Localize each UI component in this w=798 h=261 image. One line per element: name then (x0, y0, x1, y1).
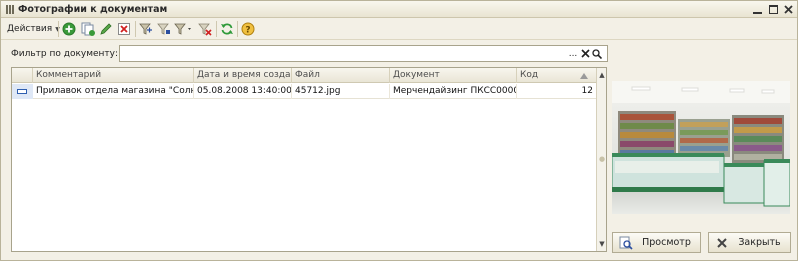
toolbar-separator (237, 21, 238, 37)
table-row[interactable]: Прилавок отдела магазина "Солн... 05.08.… (12, 84, 596, 99)
code-header-label: Код (520, 70, 539, 80)
toolbar: Действия ▼ (1, 18, 797, 40)
photos-table: Комментарий Дата и время созда... Файл Д… (11, 67, 607, 252)
scroll-down-icon[interactable]: ▼ (598, 240, 606, 248)
column-header-datetime[interactable]: Дата и время созда... (194, 68, 292, 83)
filter-history-icon[interactable] (174, 21, 194, 37)
cell-document: Мерчендайзинг ПКСС0000... (390, 84, 517, 99)
document-photos-window: Фотографии к документам Действия ▼ (0, 0, 798, 261)
vertical-scrollbar[interactable]: ▲ ● ▼ (596, 68, 606, 251)
filter-set-icon[interactable] (138, 21, 154, 37)
select-button[interactable]: ... (567, 46, 579, 61)
close-window-icon[interactable] (782, 3, 795, 16)
delete-icon[interactable] (116, 21, 132, 37)
magnifier-icon (619, 236, 633, 250)
toolbar-separator (58, 21, 59, 37)
filter-clear-icon[interactable] (197, 21, 213, 37)
edit-icon[interactable] (98, 21, 114, 37)
scroll-up-icon[interactable]: ▲ (598, 71, 606, 79)
add-icon[interactable] (61, 21, 77, 37)
minimize-icon[interactable] (751, 3, 764, 16)
title-bar: Фотографии к документам (1, 1, 797, 18)
cell-datetime: 05.08.2008 13:40:00 (194, 84, 292, 99)
row-marker-header (12, 68, 33, 83)
column-header-code[interactable]: Код (517, 68, 596, 83)
toolbar-separator (135, 21, 136, 37)
current-row-icon (12, 84, 33, 99)
scroll-thumb[interactable]: ● (598, 155, 606, 163)
actions-label: Действия (7, 24, 53, 34)
actions-menu[interactable]: Действия ▼ (4, 21, 63, 37)
filter-buttons: ... (567, 46, 603, 61)
clear-icon[interactable] (579, 46, 591, 61)
close-button-label: Закрыть (738, 237, 781, 248)
document-filter-input[interactable] (119, 45, 608, 62)
filter-label: Фильтр по документу: (11, 49, 119, 59)
maximize-icon[interactable] (767, 3, 780, 16)
copy-icon[interactable] (80, 21, 96, 37)
cell-file: 45712.jpg (292, 84, 390, 99)
column-header-comment[interactable]: Комментарий (33, 68, 194, 83)
document-photo-preview (612, 81, 790, 214)
help-icon[interactable]: ? (240, 21, 256, 37)
close-icon (715, 236, 729, 250)
window-title: Фотографии к документам (18, 4, 168, 15)
close-button[interactable]: Закрыть (708, 232, 791, 253)
column-header-file[interactable]: Файл (292, 68, 390, 83)
table-header: Комментарий Дата и время созда... Файл Д… (12, 68, 596, 83)
svg-text:?: ? (245, 26, 250, 36)
toolbar-separator (216, 21, 217, 37)
view-button[interactable]: Просмотр (612, 232, 701, 253)
filter-by-value-icon[interactable] (156, 21, 172, 37)
refresh-icon[interactable] (219, 21, 235, 37)
cell-code: 12 (581, 86, 593, 96)
window-menu-icon[interactable] (6, 5, 14, 14)
cell-comment: Прилавок отдела магазина "Солн... (33, 84, 194, 99)
search-icon[interactable] (591, 46, 603, 61)
column-header-document[interactable]: Документ (390, 68, 517, 83)
view-button-label: Просмотр (642, 237, 691, 248)
sort-ascending-icon (580, 73, 588, 79)
